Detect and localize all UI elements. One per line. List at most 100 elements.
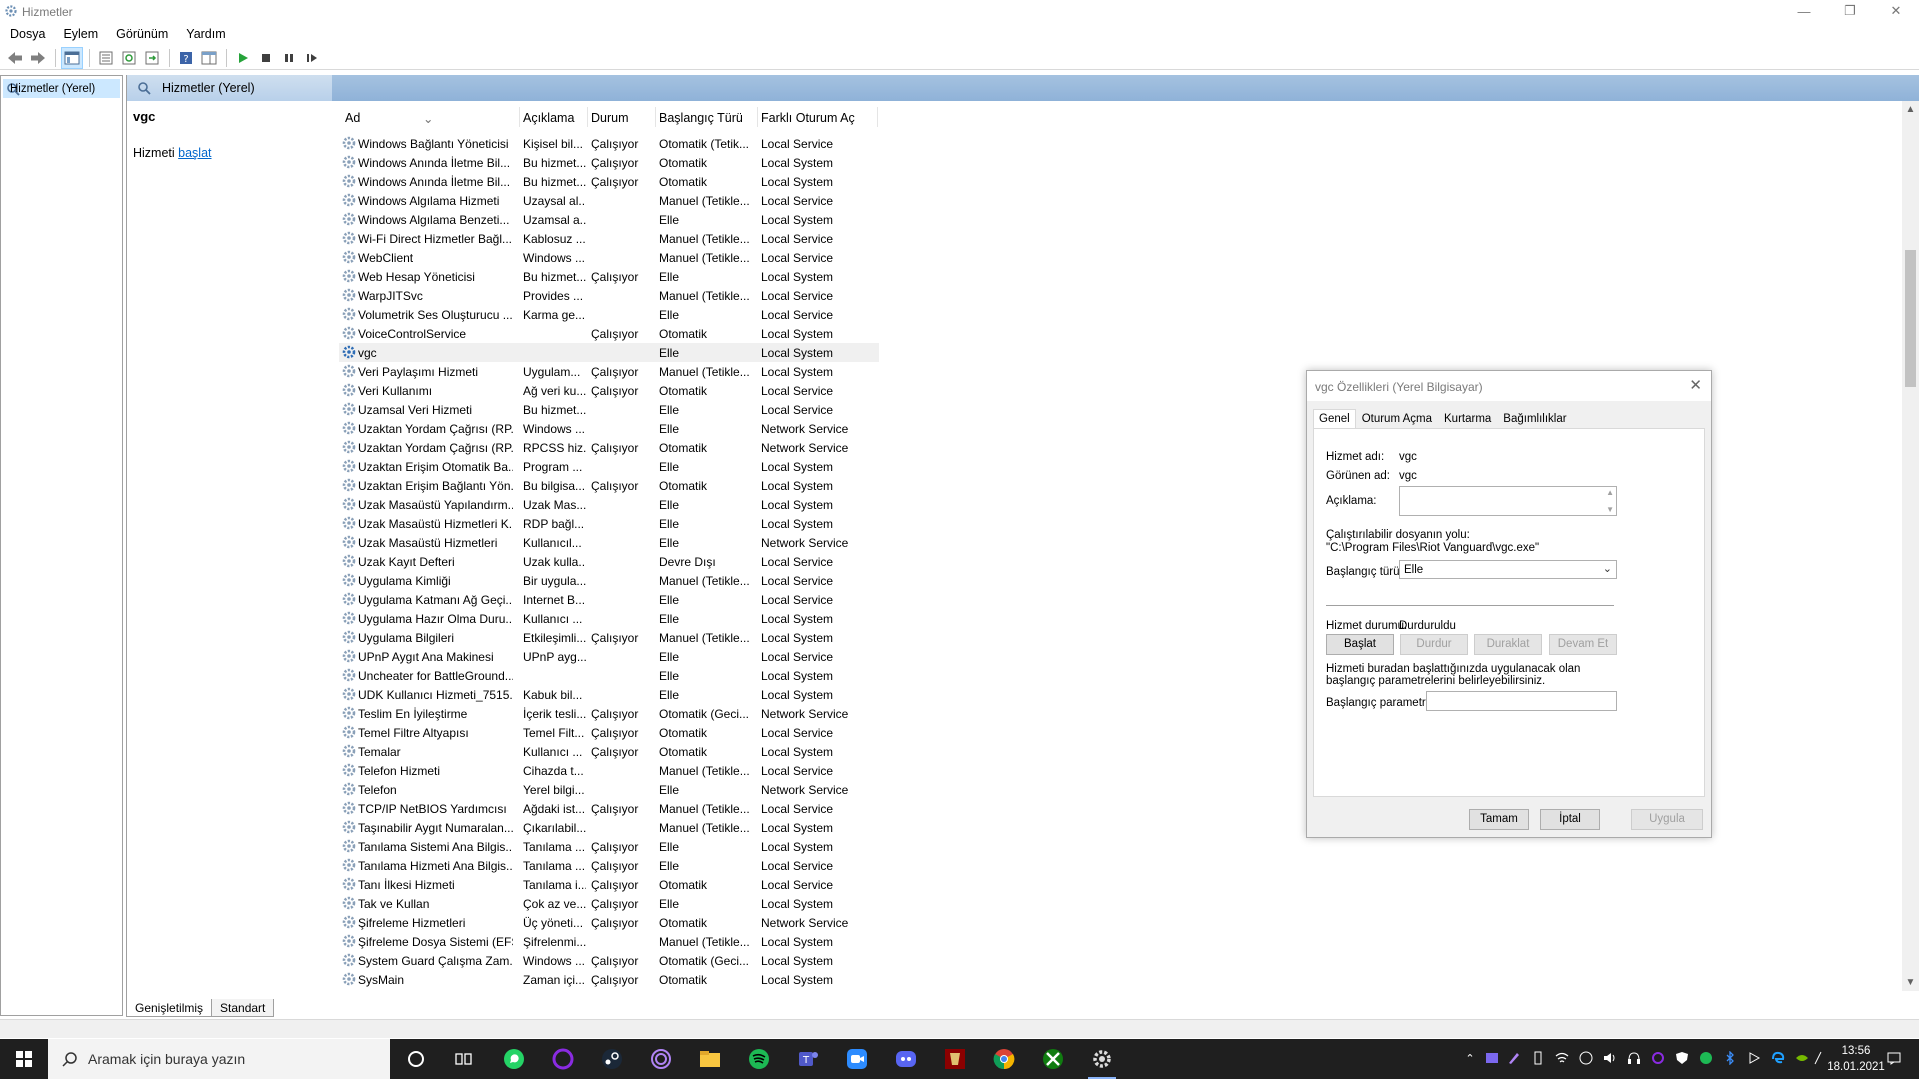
menu-file[interactable]: Dosya [10,24,45,44]
cortana-icon[interactable] [404,1047,428,1071]
menu-help[interactable]: Yardım [186,24,225,44]
start-service-button[interactable] [232,47,254,69]
table-row[interactable]: Uzaktan Erişim Otomatik Ba... Program ...… [339,457,879,476]
play-tray-icon[interactable] [1746,1051,1762,1067]
startup-type-select[interactable]: Elle ⌄ [1399,560,1617,579]
table-row[interactable]: Wi-Fi Direct Hizmetler Bağl... Kablosuz .… [339,229,879,248]
teams-icon[interactable]: T [796,1047,820,1071]
table-row[interactable]: Uzaktan Yordam Çağrısı (RP... RPCSS hiz..… [339,438,879,457]
edge-icon[interactable] [1770,1051,1786,1067]
export-list-button[interactable] [141,47,163,69]
tab-standard[interactable]: Standart [211,999,275,1017]
table-row[interactable]: TCP/IP NetBIOS Yardımcısı Ağdaki ist... Ça… [339,799,879,818]
start-service-link[interactable]: başlat [178,146,211,160]
ring-app-icon[interactable] [1650,1051,1666,1067]
table-row[interactable]: Windows Algılama Hizmeti Uzaysal al... Man… [339,191,879,210]
refresh-button[interactable] [118,47,140,69]
table-row[interactable]: Uzak Masaüstü Hizmetleri K... RDP bağl...… [339,514,879,533]
table-row[interactable]: Telefon Yerel bilgi... Elle Network Service [339,780,879,799]
description-field[interactable]: ▲ ▼ [1399,486,1617,516]
start-button[interactable]: Başlat [1326,634,1394,655]
table-row[interactable]: Volumetrik Ses Oluşturucu ... Karma ge...… [339,305,879,324]
table-row[interactable]: Taşınabilir Aygıt Numaralan... Çıkarılabi… [339,818,879,837]
table-row[interactable]: Veri Kullanımı Ağ veri ku... Çalışıyor Otom… [339,381,879,400]
column-header-log-on-as[interactable]: Farklı Oturum Aç [761,111,855,125]
gog-galaxy-icon[interactable] [649,1047,673,1071]
table-row[interactable]: Uzak Kayıt Defteri Uzak kulla... Devre Dış… [339,552,879,571]
spotify-tray-icon[interactable] [1698,1051,1714,1067]
steam-icon[interactable] [600,1047,624,1071]
table-row[interactable]: Veri Paylaşımı Hizmeti Uygulam... Çalışıyo… [339,362,879,381]
game-app-icon[interactable] [943,1047,967,1071]
discord-icon[interactable] [894,1047,918,1071]
column-header-description[interactable]: Açıklama [523,111,574,125]
table-row[interactable]: Web Hesap Yöneticisi Bu hizmet... Çalışıyo… [339,267,879,286]
table-row[interactable]: Şifreleme Hizmetleri Üç yöneti... Çalışıyo… [339,913,879,932]
column-divider[interactable] [757,107,758,127]
services-gear-icon[interactable] [1090,1047,1114,1071]
column-divider[interactable] [587,107,588,127]
minimize-button[interactable]: — [1781,0,1827,22]
table-row[interactable]: Tanılama Hizmeti Ana Bilgis... Tanılama .… [339,856,879,875]
system-clock[interactable]: 13:56 18.01.2021 [1826,1043,1886,1075]
vertical-scrollbar[interactable]: ▲ ▼ [1902,101,1919,991]
table-row[interactable]: Uygulama Kimliği Bir uygula... Manuel (Tet… [339,571,879,590]
pen-icon[interactable] [1506,1051,1522,1067]
chrome-icon[interactable] [992,1047,1016,1071]
windows-start-icon[interactable] [12,1047,36,1071]
scroll-thumb[interactable] [1905,250,1916,387]
handwriting-icon[interactable] [1814,1051,1822,1067]
spotify-icon[interactable] [747,1047,771,1071]
dialog-close-icon[interactable]: ✕ [1689,376,1702,394]
scroll-up-icon[interactable]: ▲ [1606,488,1614,497]
table-row[interactable]: Teslim En İyileştirme İçerik tesli... Çalı… [339,704,879,723]
scroll-down-icon[interactable]: ▼ [1902,974,1919,991]
menu-view[interactable]: Görünüm [116,24,168,44]
zoom-icon[interactable] [845,1047,869,1071]
circle-app-icon[interactable] [551,1047,575,1071]
table-row[interactable]: UPnP Aygıt Ana Makinesi UPnP ayg... Elle Lo… [339,647,879,666]
volume-icon[interactable] [1602,1051,1618,1067]
stop-button[interactable]: Durdur [1400,634,1468,655]
menu-action[interactable]: Eylem [63,24,98,44]
table-row[interactable]: VoiceControlService Çalışıyor Otomatik Loca… [339,324,879,343]
tab-general[interactable]: Genel [1313,409,1356,429]
table-row[interactable]: Uncheater for BattleGround... Elle Local S… [339,666,879,685]
table-row[interactable]: Uzak Masaüstü Yapılandırm... Uzak Mas... E… [339,495,879,514]
table-row[interactable]: Windows Bağlantı Yöneticisi Kişisel bil..… [339,134,879,153]
show-console-tree-button[interactable] [61,46,83,69]
table-row[interactable]: Windows Anında İletme Bil... Bu hizmet...… [339,153,879,172]
restore-button[interactable]: ❐ [1827,0,1873,22]
table-row[interactable]: Tanı İlkesi Hizmeti Tanılama i... Çalışıyo… [339,875,879,894]
tab-extended[interactable]: Genişletilmiş [126,999,213,1017]
scroll-up-icon[interactable]: ▲ [1902,101,1919,118]
table-row[interactable]: Uzak Masaüstü Hizmetleri Kullanıcıl... Ell… [339,533,879,552]
table-row[interactable]: SysMain Zaman içi... Çalışıyor Otomatik Loca… [339,970,879,989]
tray-app-icon[interactable] [1484,1051,1500,1067]
column-divider[interactable] [877,107,878,127]
task-view-icon[interactable] [452,1047,476,1071]
file-explorer-icon[interactable] [698,1047,722,1071]
pause-button[interactable]: Duraklat [1474,634,1542,655]
back-button[interactable] [4,47,26,69]
taskbar-search[interactable]: Aramak için buraya yazın [48,1039,390,1079]
vanguard-icon[interactable] [1674,1051,1690,1067]
column-header-status[interactable]: Durum [591,111,629,125]
table-row[interactable]: WarpJITSvc Provides ... Manuel (Tetikle...… [339,286,879,305]
wifi-icon[interactable] [1554,1051,1570,1067]
table-row[interactable]: System Guard Çalışma Zam... Windows ... Ça… [339,951,879,970]
restart-service-button[interactable] [301,47,323,69]
column-header-name[interactable]: Ad [345,111,360,125]
table-row[interactable]: Uzaktan Yordam Çağrısı (RP... Windows ...… [339,419,879,438]
column-header-startup-type[interactable]: Başlangıç Türü [659,111,743,125]
bluetooth-icon[interactable] [1722,1050,1738,1067]
table-row[interactable]: Uygulama Katmanı Ağ Geçi... Internet B...… [339,590,879,609]
pause-service-button[interactable] [278,47,300,69]
scroll-down-icon[interactable]: ▼ [1606,505,1614,514]
table-row[interactable]: Tak ve Kullan Çok az ve... Çalışıyor Elle Lo… [339,894,879,913]
table-row[interactable]: Şifreleme Dosya Sistemi (EFS) Şifrelenmi.… [339,932,879,951]
table-row[interactable]: Uzamsal Veri Hizmeti Bu hizmet... Elle Loca… [339,400,879,419]
table-row[interactable]: Uzaktan Erişim Bağlantı Yön... Bu bilgisa… [339,476,879,495]
table-row[interactable]: Uygulama Bilgileri Etkileşimli... Çalışıyo… [339,628,879,647]
table-row[interactable]: UDK Kullanıcı Hizmeti_7515... Kabuk bil..… [339,685,879,704]
